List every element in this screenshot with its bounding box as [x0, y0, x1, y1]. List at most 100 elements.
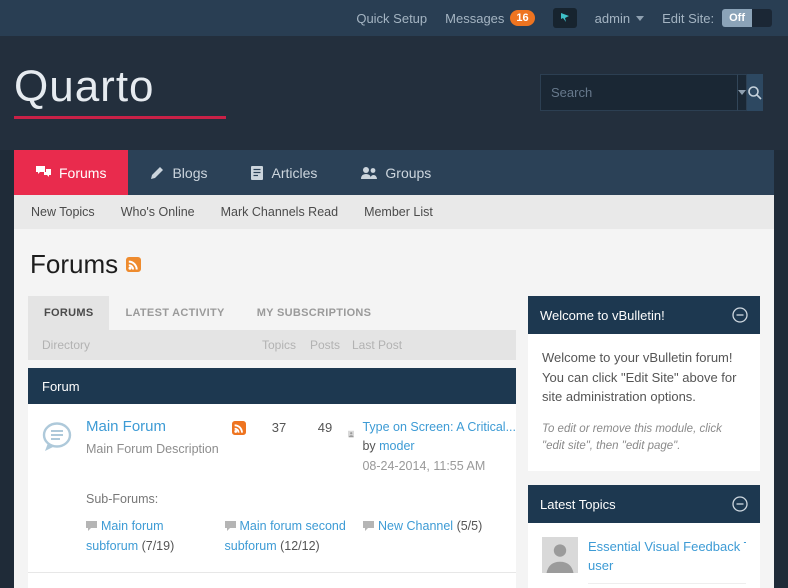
nav-tab-articles[interactable]: Articles [229, 150, 339, 195]
subforum-count: (12/12) [280, 539, 320, 554]
forum-column-headers: Directory Topics Posts Last Post [28, 330, 516, 360]
page-content: Forums FORUMS LATEST ACTIVITY MY SUBSCRI… [14, 229, 774, 588]
forums-icon [36, 166, 51, 177]
subnav-member-list[interactable]: Member List [351, 205, 446, 219]
nav-tab-label: Articles [271, 164, 318, 181]
forum-tabs: FORUMS LATEST ACTIVITY MY SUBSCRIPTIONS [28, 296, 516, 330]
toggle-off-label: Off [722, 9, 752, 27]
messages-link[interactable]: Messages 16 [445, 10, 535, 26]
forum-row-main-forum-2: Main Forum 2 208 208 Making Modal Window… [28, 573, 516, 588]
by-label: by [362, 439, 376, 454]
forum-rss-wrap [232, 418, 256, 476]
search-input[interactable] [540, 74, 737, 111]
top-utility-bar: Quick Setup Messages 16 admin Edit Site:… [0, 0, 788, 36]
rss-icon[interactable] [126, 257, 142, 272]
pencil-icon [151, 166, 164, 179]
search-box [540, 74, 763, 111]
search-options-dropdown[interactable] [737, 74, 747, 111]
nav-tab-forums[interactable]: Forums [14, 150, 129, 195]
category-header[interactable]: Forum [28, 368, 516, 404]
forum-status-icon-wrap [28, 418, 86, 476]
column-last-post[interactable]: Last Post [348, 338, 516, 352]
subforum-bubble-icon [363, 517, 375, 537]
subforum-item: Main forum subforum (7/19) [86, 516, 225, 556]
minus-circle-icon [732, 307, 748, 323]
forum-panel: Main Forum Main Forum Description 37 49 … [28, 404, 516, 588]
subforum-link[interactable]: New Channel [378, 519, 453, 533]
forum-link[interactable]: Main Forum [86, 418, 166, 435]
subforum-bubble-icon [224, 517, 236, 537]
module-title: Welcome to vBulletin! [540, 307, 665, 323]
nav-tab-label: Groups [385, 164, 432, 181]
welcome-module: Welcome to vBulletin! Welcome to your vB… [528, 296, 760, 471]
last-post-title[interactable]: Type on Screen: A Critical... [362, 418, 516, 437]
forum-description: Main Forum Description [86, 442, 219, 456]
avatar[interactable] [542, 537, 578, 573]
welcome-module-body: Welcome to your vBulletin forum! You can… [528, 334, 760, 471]
subforums-section: Sub-Forums: Main forum subforum (7/19) M… [28, 488, 516, 572]
subforum-item: New Channel (5/5) [363, 516, 502, 556]
avatar[interactable] [348, 418, 355, 450]
subforum-count: (5/5) [456, 519, 483, 534]
forum-info: Main Forum Main Forum Description [86, 418, 232, 476]
toggle-track [752, 9, 772, 27]
logo-underline [14, 116, 226, 119]
subforum-item: Main forum second subforum (12/12) [224, 516, 364, 556]
article-icon [251, 165, 264, 180]
subnav-whos-online[interactable]: Who's Online [108, 205, 208, 219]
edit-site-control: Edit Site: Off [662, 9, 772, 27]
vbulletin-mobile-icon[interactable] [552, 8, 577, 28]
nav-tab-label: Blogs [172, 164, 208, 181]
last-post-info: Type on Screen: A Critical... by moder 0… [362, 418, 516, 476]
tab-my-subscriptions[interactable]: MY SUBSCRIPTIONS [241, 296, 388, 330]
search-icon [748, 85, 762, 100]
rss-icon[interactable] [232, 421, 246, 435]
column-topics[interactable]: Topics [256, 338, 302, 352]
messages-label: Messages [445, 10, 505, 26]
topics-count: 37 [271, 420, 287, 435]
secondary-navigation: New Topics Who's Online Mark Channels Re… [14, 195, 774, 229]
search-button[interactable] [747, 74, 763, 111]
column-directory[interactable]: Directory [28, 338, 256, 352]
latest-topic-item: Essential Visual Feedback Tools F... use… [542, 537, 746, 588]
tab-latest-activity[interactable]: LATEST ACTIVITY [109, 296, 240, 330]
module-title: Latest Topics [540, 496, 616, 512]
speech-bubble-icon [42, 422, 72, 451]
latest-topic-info: Essential Visual Feedback Tools F... use… [588, 537, 746, 588]
subnav-new-topics[interactable]: New Topics [18, 205, 108, 219]
nav-tab-blogs[interactable]: Blogs [128, 150, 229, 195]
welcome-text: Welcome to your vBulletin forum! You can… [542, 350, 737, 404]
subnav-mark-channels-read[interactable]: Mark Channels Read [208, 205, 351, 219]
latest-topic-title[interactable]: Essential Visual Feedback Tools F... [588, 537, 746, 557]
main-navigation: Forums Blogs Articles Groups [14, 150, 774, 195]
edit-site-toggle[interactable]: Off [722, 9, 772, 27]
page-title: Forums [30, 249, 119, 279]
nav-tab-label: Forums [59, 164, 107, 181]
collapse-button[interactable] [732, 307, 748, 323]
admin-label: admin [594, 10, 631, 26]
column-posts[interactable]: Posts [302, 338, 348, 352]
minus-circle-icon [732, 496, 748, 512]
flag-glyph-icon [560, 13, 569, 22]
subforum-count: (7/19) [141, 539, 175, 554]
last-post-author[interactable]: moder [379, 439, 414, 453]
latest-topics-module: Latest Topics Essential Visual Feedback … [528, 485, 760, 588]
collapse-button[interactable] [732, 496, 748, 512]
category-title: Forum [42, 378, 80, 394]
nav-tab-groups[interactable]: Groups [339, 150, 453, 195]
edit-site-label: Edit Site: [662, 10, 715, 26]
groups-icon [361, 167, 378, 179]
last-post-cell: Type on Screen: A Critical... by moder 0… [348, 418, 516, 476]
subforums-grid: Main forum subforum (7/19) Main forum se… [86, 516, 502, 556]
admin-menu[interactable]: admin [594, 10, 645, 26]
page-title-row: Forums [30, 249, 760, 280]
latest-topic-author[interactable]: user [588, 558, 613, 573]
welcome-note: To edit or remove this module, click "ed… [542, 422, 722, 452]
messages-count-badge: 16 [510, 10, 535, 26]
quick-setup-link[interactable]: Quick Setup [356, 11, 427, 26]
forum-row-main-forum: Main Forum Main Forum Description 37 49 … [28, 404, 516, 488]
chevron-down-icon [636, 15, 645, 21]
tab-forums[interactable]: FORUMS [28, 296, 110, 330]
latest-topics-header: Latest Topics [528, 485, 760, 523]
site-logo[interactable]: Quarto [14, 62, 155, 112]
